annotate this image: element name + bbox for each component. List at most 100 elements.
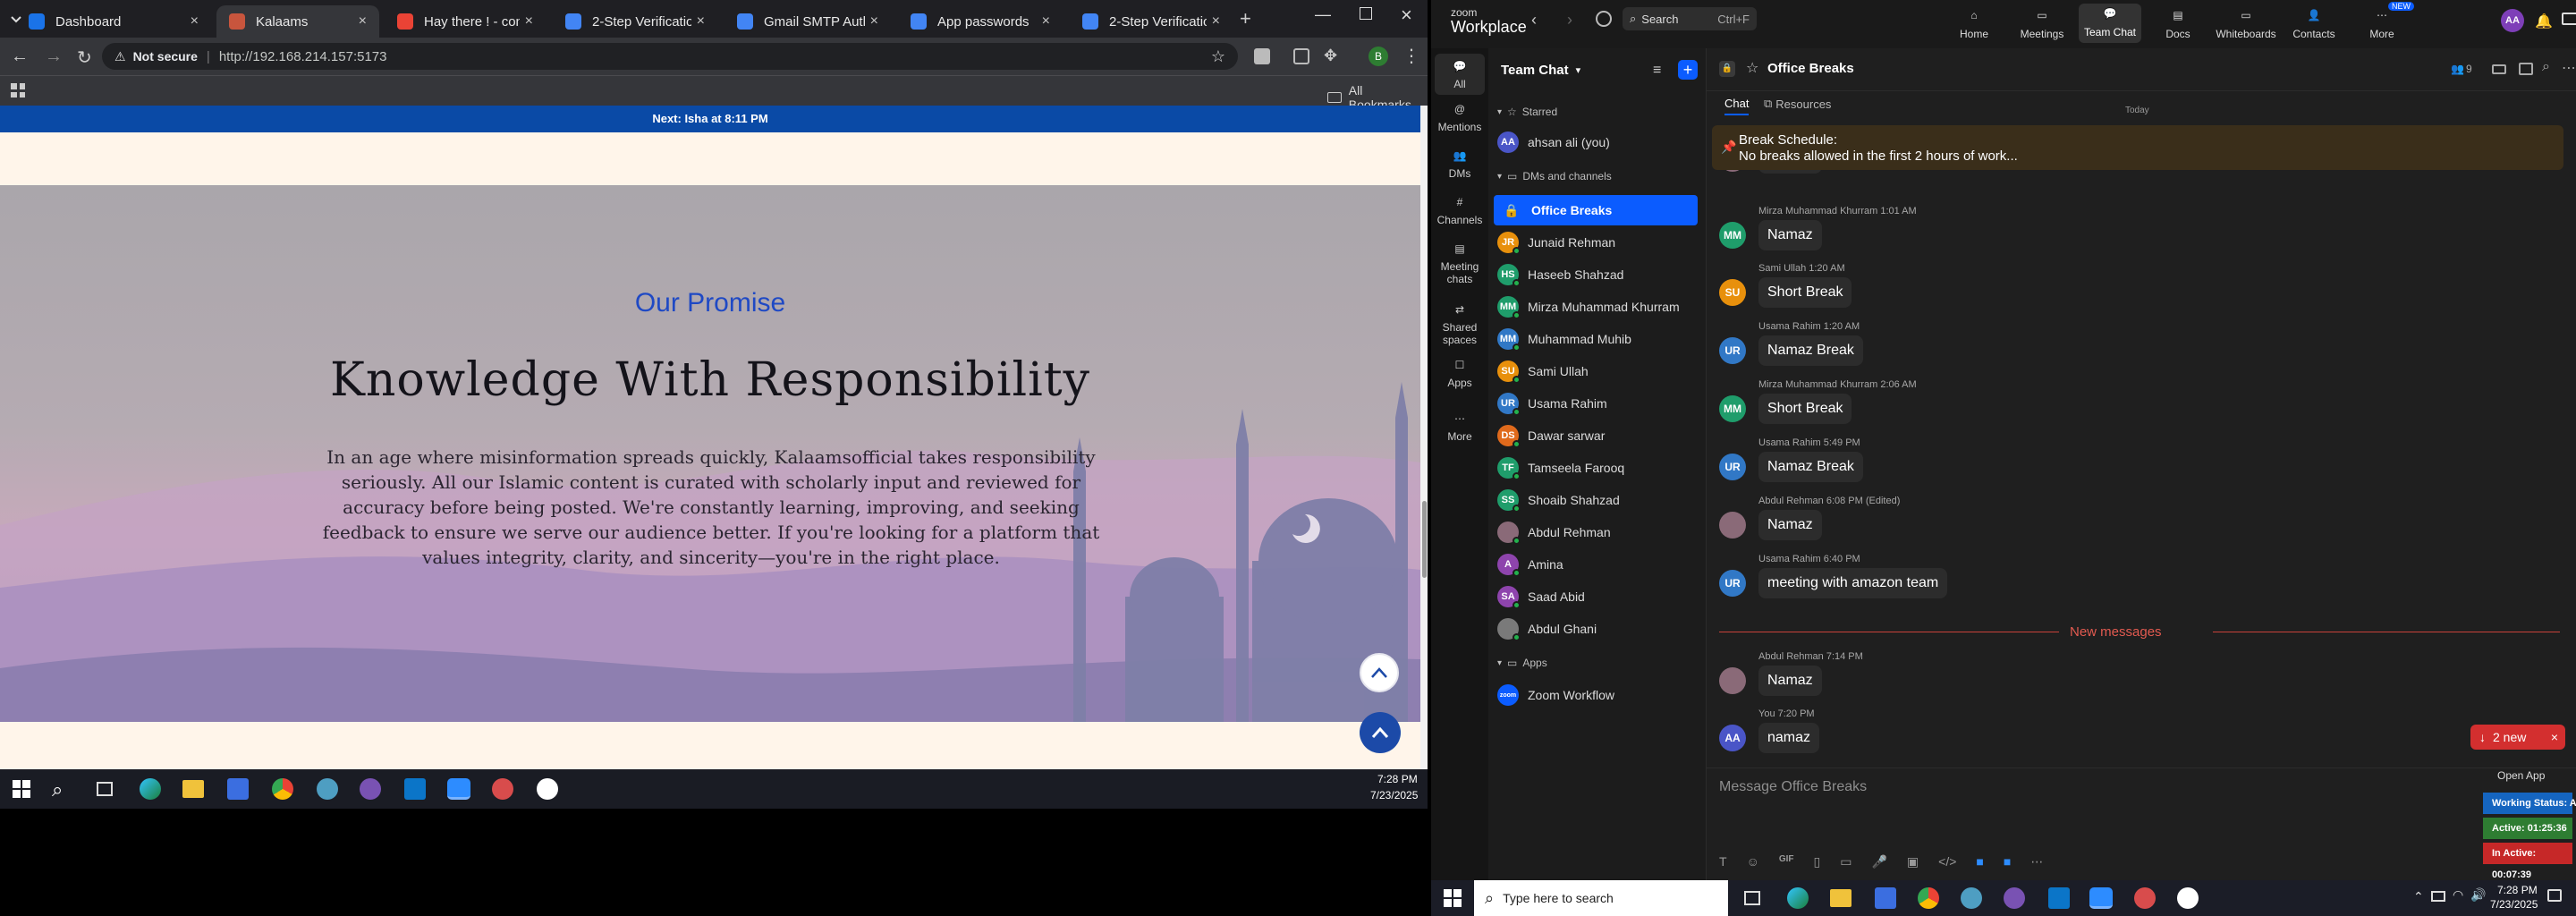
- browser-tab[interactable]: App passwords ×: [898, 5, 1063, 38]
- close-window-button[interactable]: ×: [1401, 4, 1412, 27]
- open-app-label[interactable]: Open App: [2497, 769, 2545, 782]
- vscode-icon[interactable]: [404, 778, 426, 800]
- contact-item[interactable]: A Amina: [1497, 549, 1694, 580]
- emoji-icon[interactable]: ☺: [1747, 854, 1759, 869]
- nav-whiteboards[interactable]: ▭ Whiteboards: [2215, 5, 2277, 40]
- contact-item[interactable]: SA Saad Abid: [1497, 581, 1694, 612]
- nav-meetings[interactable]: ▭ Meetings: [2011, 5, 2073, 40]
- message-input[interactable]: Message Office Breaks: [1719, 779, 1867, 795]
- github-icon[interactable]: [360, 778, 381, 800]
- message-bubble[interactable]: Short Break: [1758, 277, 1852, 308]
- app-icon-3[interactable]: [2177, 887, 2199, 909]
- message-bubble[interactable]: namaz: [1758, 723, 1820, 753]
- app-icon-1[interactable]: [1961, 887, 1982, 909]
- zoom-taskbar-icon[interactable]: [447, 778, 470, 800]
- search-icon[interactable]: ⌕: [2542, 59, 2550, 75]
- contact-item[interactable]: DS Dawar sarwar: [1497, 420, 1694, 451]
- app-icon-1[interactable]: [317, 778, 338, 800]
- browser-tab[interactable]: Kalaams ×: [216, 5, 379, 38]
- rail-apps[interactable]: ☐ Apps: [1431, 356, 1488, 389]
- tab-close-icon[interactable]: ×: [697, 13, 705, 30]
- contact-item[interactable]: TF Tamseela Farooq: [1497, 453, 1694, 483]
- back-to-top-button[interactable]: [1360, 712, 1401, 753]
- starred-section[interactable]: ▾ ☆ Starred: [1497, 106, 1557, 118]
- format-text-icon[interactable]: T: [1719, 854, 1727, 869]
- contact-item[interactable]: UR Usama Rahim: [1497, 388, 1694, 419]
- rail-meeting-chats[interactable]: ▤ Meeting chats: [1431, 240, 1488, 285]
- nav-contacts[interactable]: 👤 Contacts: [2283, 5, 2345, 40]
- rail-more[interactable]: ⋯ More: [1431, 410, 1488, 443]
- message-bubble[interactable]: Namaz Break: [1758, 452, 1863, 482]
- message-bubble[interactable]: meeting with amazon team: [1758, 568, 1948, 598]
- chat-title[interactable]: Office Breaks: [1767, 61, 1854, 76]
- bookmark-star-icon[interactable]: ☆: [1211, 47, 1225, 66]
- starred-self[interactable]: AA ahsan ali (you): [1497, 127, 1694, 157]
- message-sender[interactable]: Abdul Rehman: [1758, 496, 1824, 506]
- contact-item[interactable]: Abdul Ghani: [1497, 614, 1694, 644]
- app-icon-2[interactable]: [492, 778, 513, 800]
- browser-tab[interactable]: 2-Step Verification ×: [553, 5, 717, 38]
- tab-close-icon[interactable]: ×: [359, 13, 367, 30]
- gif-icon[interactable]: GIF: [1779, 854, 1794, 869]
- close-pill-icon[interactable]: ×: [2551, 730, 2558, 744]
- members-count[interactable]: 👥 9: [2451, 63, 2472, 75]
- menu-kebab-icon[interactable]: ⋮: [1402, 45, 1420, 67]
- dms-section[interactable]: ▾ ▭ DMs and channels: [1497, 170, 1612, 182]
- tab-close-icon[interactable]: ×: [1042, 13, 1050, 30]
- zoom-taskbar-icon[interactable]: [2089, 887, 2113, 909]
- reload-icon[interactable]: ↻: [77, 47, 92, 69]
- pinned-banner[interactable]: 📌 Break Schedule: No breaks allowed in t…: [1712, 125, 2563, 170]
- app-icon-3[interactable]: [537, 778, 558, 800]
- new-messages-pill[interactable]: ↓ 2 new ×: [2470, 725, 2565, 750]
- mic-icon[interactable]: 🎤: [1871, 854, 1886, 869]
- store-icon[interactable]: [1875, 887, 1896, 909]
- apps-section[interactable]: ▾ ▭ Apps: [1497, 657, 1547, 669]
- message-sender[interactable]: Abdul Rehman: [1758, 651, 1824, 662]
- screen-share-icon[interactable]: [2562, 13, 2576, 25]
- file-explorer-icon[interactable]: [182, 780, 204, 798]
- message-avatar[interactable]: UR: [1719, 570, 1746, 597]
- back-nav-icon[interactable]: ‹: [1531, 11, 1537, 30]
- new-chat-button[interactable]: +: [1678, 60, 1698, 80]
- edge-icon[interactable]: [1787, 887, 1809, 909]
- nav-docs[interactable]: ▤ Docs: [2147, 5, 2209, 40]
- puzzle-icon[interactable]: ✥: [1324, 47, 1337, 65]
- notification-center-icon[interactable]: [2547, 889, 2562, 902]
- app-icon-blue-2[interactable]: ■: [2004, 854, 2011, 869]
- extension2-icon[interactable]: [1293, 48, 1309, 64]
- rail-all[interactable]: 💬 All: [1435, 54, 1485, 95]
- user-avatar[interactable]: AA: [2501, 9, 2524, 32]
- profile-avatar[interactable]: B: [1368, 47, 1388, 66]
- forward-nav-icon[interactable]: ›: [1567, 11, 1572, 30]
- screenshot-icon[interactable]: ▭: [1840, 854, 1852, 869]
- message-avatar[interactable]: [1719, 667, 1746, 694]
- chrome-icon[interactable]: [1918, 887, 1939, 909]
- tray-chevron-icon[interactable]: ⌃: [2413, 889, 2424, 904]
- message-bubble[interactable]: Short Break: [1758, 394, 1852, 424]
- contact-item[interactable]: Abdul Rehman: [1497, 517, 1694, 547]
- message-avatar[interactable]: AA: [1719, 725, 1746, 751]
- rail-channels[interactable]: # Channels: [1431, 193, 1488, 226]
- contact-item[interactable]: SS Shoaib Shahzad: [1497, 485, 1694, 515]
- message-sender[interactable]: Usama Rahim: [1758, 321, 1821, 332]
- code-icon[interactable]: </>: [1938, 854, 1956, 869]
- contact-item[interactable]: JR Junaid Rehman: [1497, 227, 1694, 258]
- app-icon-blue[interactable]: ■: [1976, 854, 1983, 869]
- favorite-star-icon[interactable]: ☆: [1746, 59, 1758, 77]
- contact-item[interactable]: MM Mirza Muhammad Khurram: [1497, 292, 1694, 322]
- network-icon[interactable]: [2431, 891, 2445, 902]
- message-avatar[interactable]: UR: [1719, 337, 1746, 364]
- zoom-search-box[interactable]: ⌕ Search Ctrl+F: [1623, 7, 1757, 30]
- message-sender[interactable]: Mirza Muhammad Khurram: [1758, 379, 1877, 390]
- tab-close-icon[interactable]: ×: [870, 13, 878, 30]
- message-avatar[interactable]: MM: [1719, 395, 1746, 422]
- windows-start-icon[interactable]: [1444, 889, 1462, 907]
- active-channel[interactable]: 🔒 Office Breaks: [1494, 195, 1698, 225]
- calendar-icon[interactable]: [2519, 63, 2533, 75]
- contact-item[interactable]: HS Haseeb Shahzad: [1497, 259, 1694, 290]
- filter-icon[interactable]: ≡: [1653, 63, 1661, 79]
- minimize-button[interactable]: —: [1315, 5, 1331, 24]
- tab-close-icon[interactable]: ×: [191, 13, 199, 30]
- edge-icon[interactable]: [140, 778, 161, 800]
- message-avatar[interactable]: [1719, 512, 1746, 539]
